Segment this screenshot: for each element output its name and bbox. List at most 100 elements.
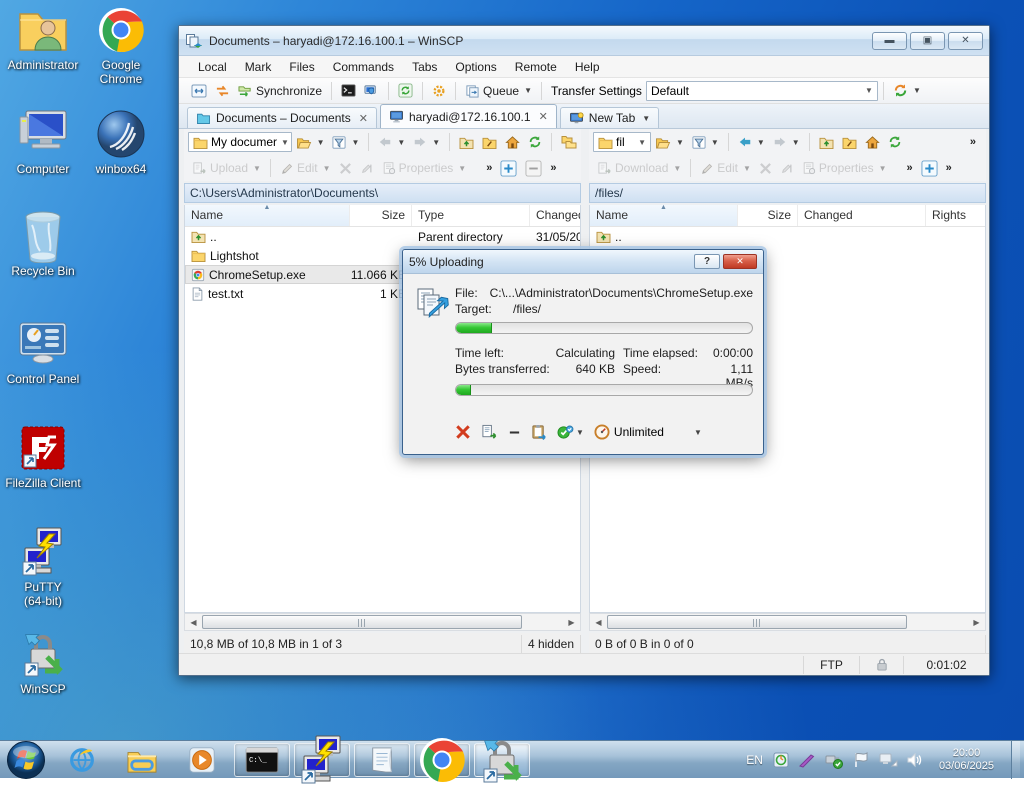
desktop-icon-filezilla-client[interactable]: FileZilla Client (4, 422, 82, 490)
tray-network-icon[interactable] (878, 752, 898, 768)
horizontal-scrollbar[interactable]: ◀▶ (589, 613, 986, 631)
column-header-size[interactable]: Size (738, 205, 798, 226)
filter-button[interactable]: ▼ (688, 134, 723, 151)
taskbar-item-explorer[interactable] (114, 743, 170, 777)
column-header-changed[interactable]: Changed (530, 205, 581, 226)
tray-speaker-icon[interactable] (906, 752, 922, 768)
refresh-button[interactable] (394, 81, 417, 100)
dialog-titlebar[interactable]: 5% Uploading ? ✕ (403, 250, 763, 274)
toolbar-overflow-button[interactable]: » (966, 134, 980, 150)
edit-button[interactable]: Edit▼ (696, 159, 755, 177)
scroll-right-arrow[interactable]: ▶ (563, 614, 580, 630)
home-directory-button[interactable] (501, 133, 524, 151)
column-header-rights[interactable]: Rights (926, 205, 986, 226)
desktop-icon-winscp[interactable]: WinSCP (4, 628, 82, 696)
minimize-dialog-icon[interactable] (508, 426, 521, 439)
remove-bookmark-button[interactable] (521, 158, 546, 179)
transfer-mode-button[interactable]: ▼ (889, 81, 925, 100)
window-titlebar[interactable]: Documents – haryadi@172.16.100.1 – WinSC… (179, 26, 989, 56)
right-directory-combo[interactable]: fil▼ (593, 132, 651, 152)
parent-directory-button[interactable] (455, 134, 478, 151)
left-directory-combo[interactable]: My documer▼ (188, 132, 292, 152)
column-header-name[interactable]: ▲Name (590, 205, 738, 226)
tab-haryadi-172-16-100-1[interactable]: haryadi@172.16.100.1✕ (380, 104, 557, 128)
move-to-background-icon[interactable] (481, 424, 498, 440)
queue-button[interactable]: Queue▼ (461, 82, 536, 100)
add-bookmark-button[interactable] (917, 158, 942, 179)
synchronize-button[interactable]: Synchronize (234, 82, 326, 100)
desktop-icon-winbox64[interactable]: winbox64 (82, 108, 160, 176)
transfer-settings-combo[interactable]: Default▼ (646, 81, 878, 101)
start-button[interactable] (6, 740, 46, 780)
root-directory-button[interactable] (478, 134, 501, 151)
home-directory-button[interactable] (861, 133, 884, 151)
scrollbar-thumb[interactable] (607, 615, 907, 629)
tab-new-tab[interactable]: New Tab▼ (560, 107, 659, 128)
menu-files[interactable]: Files (280, 57, 323, 77)
language-indicator[interactable]: EN (746, 753, 763, 767)
scroll-left-arrow[interactable]: ◀ (590, 614, 607, 630)
hidden-files-count[interactable]: 4 hidden (522, 635, 581, 653)
toolbar-overflow-button[interactable]: » (546, 160, 560, 176)
right-path-bar[interactable]: /files/ (589, 183, 986, 203)
taskbar-item-ie[interactable] (54, 743, 110, 777)
dialog-close-button[interactable]: ✕ (723, 254, 757, 269)
synchronize-browsing-button[interactable] (557, 133, 581, 151)
taskbar-item-chrome[interactable] (414, 743, 470, 777)
open-directory-button[interactable]: ▼ (292, 134, 329, 151)
tray-update-icon[interactable] (772, 751, 790, 769)
column-header-type[interactable]: Type (412, 205, 530, 226)
back-button[interactable]: ▼ (734, 134, 769, 150)
rename-button[interactable] (356, 160, 378, 177)
tab-close-icon[interactable]: ✕ (359, 112, 368, 125)
compare-directories-button[interactable] (211, 82, 234, 100)
menu-help[interactable]: Help (566, 57, 609, 77)
speed-limit-control[interactable]: Unlimited ▼ (594, 424, 702, 440)
taskbar-clock[interactable]: 20:00 03/06/2025 (931, 747, 1002, 773)
desktop-icon-putty-64-bit-[interactable]: PuTTY(64-bit) (4, 526, 82, 608)
left-path-bar[interactable]: C:\Users\Administrator\Documents\ (184, 183, 581, 203)
properties-button[interactable]: Properties▼ (378, 159, 471, 177)
refresh-directory-button[interactable] (884, 133, 906, 151)
scroll-left-arrow[interactable]: ◀ (185, 614, 202, 630)
dialog-help-button[interactable]: ? (694, 254, 720, 269)
menu-mark[interactable]: Mark (236, 57, 281, 77)
tab-close-icon[interactable]: ✕ (539, 110, 548, 123)
sync-panels-button[interactable] (187, 82, 211, 100)
tray-pen-icon[interactable] (798, 752, 816, 768)
taskbar-item-winscp-lock[interactable] (474, 743, 530, 777)
edit-button[interactable]: Edit▼ (276, 159, 335, 177)
file-row[interactable]: .. (590, 227, 985, 246)
open-putty-button[interactable] (360, 82, 383, 100)
menu-tabs[interactable]: Tabs (403, 57, 446, 77)
rename-button[interactable] (776, 160, 798, 177)
taskbar-item-wmp[interactable] (174, 743, 230, 777)
tray-usb-icon[interactable] (824, 751, 844, 769)
preferences-button[interactable] (428, 82, 450, 100)
back-button[interactable]: ▼ (374, 134, 409, 150)
download-button[interactable]: Download▼ (593, 159, 685, 177)
tab-documents-documents[interactable]: Documents – Documents✕ (187, 107, 377, 128)
desktop-icon-administrator[interactable]: Administrator (4, 4, 82, 72)
taskbar-item-notepad[interactable] (354, 743, 410, 777)
maximize-button[interactable]: ▣ (910, 32, 945, 50)
toolbar-overflow-button[interactable]: » (482, 160, 496, 176)
refresh-directory-button[interactable] (524, 133, 546, 151)
tray-flag-icon[interactable] (852, 751, 870, 769)
delete-button[interactable] (755, 160, 776, 177)
taskbar-item-putty[interactable] (294, 743, 350, 777)
menu-remote[interactable]: Remote (506, 57, 566, 77)
show-desktop-button[interactable] (1011, 741, 1020, 779)
filter-button[interactable]: ▼ (328, 134, 363, 151)
column-header-size[interactable]: Size (350, 205, 412, 226)
menu-options[interactable]: Options (446, 57, 505, 77)
toolbar-overflow-button[interactable]: » (942, 160, 956, 176)
toolbar-overflow-button[interactable]: » (903, 160, 917, 176)
horizontal-scrollbar[interactable]: ◀▶ (184, 613, 581, 631)
open-terminal-button[interactable] (337, 82, 360, 99)
forward-button[interactable]: ▼ (409, 134, 444, 150)
transfer-ok-icon[interactable]: ▼ (557, 424, 584, 440)
root-directory-button[interactable] (838, 134, 861, 151)
desktop[interactable]: AdministratorGoogleChromeComputerwinbox6… (0, 0, 1024, 778)
properties-button[interactable]: Properties▼ (798, 159, 891, 177)
